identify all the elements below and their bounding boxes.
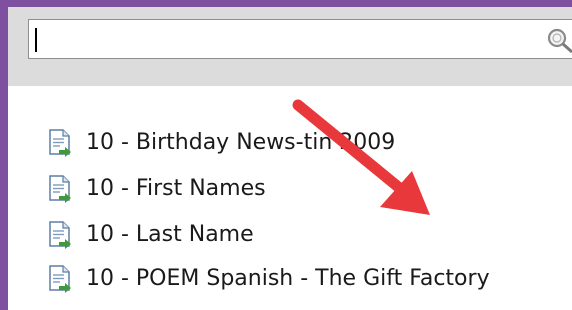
text-cursor bbox=[35, 28, 37, 52]
list-item[interactable]: 10 - Last Name bbox=[44, 214, 254, 254]
list-item[interactable]: 10 - First Names bbox=[44, 168, 266, 208]
annotation-arrow-icon bbox=[292, 99, 430, 215]
document-icon bbox=[49, 265, 71, 293]
list-item-label: 10 - Last Name bbox=[86, 221, 254, 247]
document-icon bbox=[49, 175, 71, 203]
search-icon[interactable] bbox=[545, 27, 572, 53]
document-icon bbox=[49, 129, 71, 157]
list-item[interactable]: 10 - POEM Spanish - The Gift Factory bbox=[44, 258, 490, 298]
list-item-label: 10 - First Names bbox=[86, 175, 266, 201]
list-item-label: 10 - POEM Spanish - The Gift Factory bbox=[86, 265, 490, 291]
search-toolbar bbox=[8, 7, 572, 87]
search-input[interactable] bbox=[28, 19, 572, 59]
document-icon bbox=[49, 221, 71, 249]
